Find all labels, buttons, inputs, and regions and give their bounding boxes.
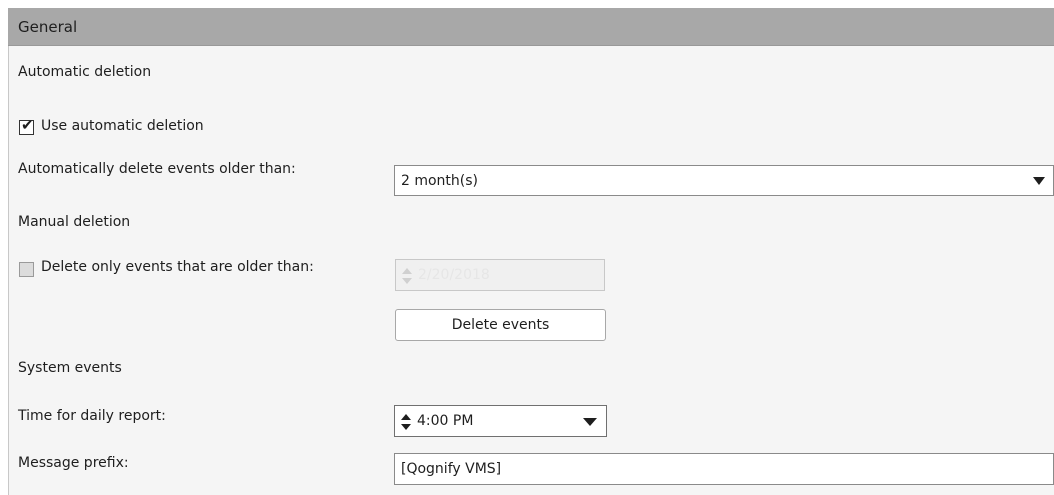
- delete-older-than-dropdown[interactable]: 2 month(s): [394, 165, 1054, 196]
- use-automatic-deletion-label: Use automatic deletion: [41, 118, 204, 134]
- manual-deletion-heading: Manual deletion: [18, 214, 131, 230]
- delete-older-than-label: Automatically delete events older than:: [18, 161, 296, 177]
- daily-report-time-picker[interactable]: 4:00 PM: [394, 405, 607, 437]
- automatic-deletion-heading: Automatic deletion: [18, 64, 152, 80]
- daily-report-time-label: Time for daily report:: [18, 408, 166, 424]
- section-header: General: [8, 8, 1054, 46]
- spinner-arrows-icon: [402, 268, 412, 284]
- message-prefix-input[interactable]: [Qognify VMS]: [394, 453, 1054, 485]
- chevron-down-icon: [1033, 177, 1045, 185]
- delete-only-older-date-field[interactable]: 2/20/2018: [395, 259, 605, 291]
- chevron-down-icon[interactable]: [583, 418, 597, 426]
- message-prefix-value: [Qognify VMS]: [401, 461, 502, 477]
- spinner-arrows-icon[interactable]: [401, 414, 411, 430]
- section-header-title: General: [18, 18, 78, 36]
- use-automatic-deletion-checkbox[interactable]: ✔: [19, 116, 34, 135]
- delete-events-button[interactable]: Delete events: [395, 309, 606, 341]
- delete-only-older-checkbox[interactable]: [19, 262, 34, 277]
- system-events-heading: System events: [18, 360, 122, 376]
- delete-only-older-label: Delete only events that are older than:: [41, 259, 314, 275]
- delete-only-older-date-value: 2/20/2018: [418, 267, 490, 283]
- delete-older-than-value: 2 month(s): [401, 173, 479, 189]
- message-prefix-label: Message prefix:: [18, 455, 129, 471]
- daily-report-time-value: 4:00 PM: [417, 413, 474, 429]
- checkmark-icon: ✔: [21, 116, 34, 134]
